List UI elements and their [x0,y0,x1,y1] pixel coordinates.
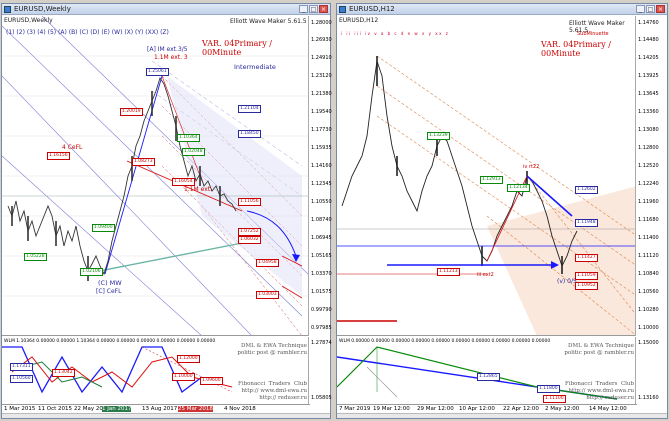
cmw-label: (C) MW [98,279,122,287]
h12-price-chart[interactable]: EURUSD,H12 Elliott Wave Maker 5.61.5 i i… [337,16,637,336]
price-box: 1.02106 [80,268,103,276]
h12-titlebar[interactable]: EURUSD,H12 _ □ × [337,4,667,15]
price-box: 1.07252 [238,228,261,236]
intermediate-label: Intermediate [234,63,276,71]
weekly-chart-window[interactable]: EURUSD,Weekly _ □ × EURUSD,Weekly Elliot… [1,3,332,419]
ewm-label: Elliott Wave Maker 5.61.5 [230,18,307,25]
ind-box: 1.12865 [477,373,500,381]
v-label: (v) 0/5 [557,278,577,285]
ind-box: 1.11800 [537,385,560,393]
maximize-button[interactable]: □ [309,5,318,13]
price-box: 1.05228 [24,253,47,261]
price-box: 1.11948 [575,219,598,227]
tech-text: DML & EWA Technique politic post @ rambl… [564,343,634,356]
price-box: 1.11213 [437,268,460,276]
club-text: Fibonacci Traders Club http:// www.dml-e… [238,381,307,401]
ind-box: 1.10000 [172,373,195,381]
symbol-label: EURUSD,Weekly [4,17,53,24]
variant-label: VAR. 04Primary / 00Minute [202,39,273,57]
weekly-indicator-panel[interactable]: WLM 1.10364 0.00000 0.00000 1.10364 0.00… [2,337,310,405]
weekly-titlebar[interactable]: EURUSD,Weekly _ □ × [2,4,330,15]
price-box: 1.20019 [120,108,143,116]
price-box: 1.06032 [238,236,261,244]
price-box: 1.13239 [427,132,450,140]
h12-indicator-axis[interactable]: 1.15000 1.13160 [635,337,667,405]
close-button[interactable]: × [656,5,665,13]
ind-box: 1.13042 [52,369,75,377]
tech-text: DML & EWA Technique politic post @ rambl… [237,343,307,356]
minimize-button[interactable]: _ [636,5,645,13]
cfl-label: [C] CeFL [96,288,122,295]
indicator-label: WLM 1.10364 0.00000 0.00000 1.10364 0.00… [4,339,216,344]
ind-box: 1.11100 [543,395,566,403]
price-box: 1.12913 [480,176,503,184]
maximize-button[interactable]: □ [646,5,655,13]
price-box: 1.11056 [238,198,261,206]
weekly-scrollbar[interactable] [2,413,330,418]
cfl4-label: 4 CeFL [62,144,83,151]
wave-label-toolbar[interactable]: i ii iii iv v a b c d e w x y xx z [341,31,449,36]
ind-box: 1.09600 [200,377,223,385]
price-box: 1.09400 [92,224,115,232]
ext-label: iii ext2 [477,272,494,278]
price-box: 1.25061 [146,68,169,76]
h12-scrollbar[interactable] [337,413,667,418]
weekly-price-chart[interactable]: EURUSD,Weekly Elliott Wave Maker 5.61.5 … [2,16,310,336]
price-box: 1.11427 [575,254,598,262]
weekly-price-axis[interactable]: 1.28000 1.26930 1.24910 1.23120 1.21380 1.1… [308,16,332,336]
weekly-indicator-axis[interactable]: 1.27874 1.05805 [308,337,332,405]
window-title: EURUSD,Weekly [14,5,71,13]
ime3b-label: 1.1M ext. [184,186,213,193]
price-box: 1.10952 [575,282,598,290]
chart-window-icon [339,6,346,13]
subminuette-label: SubMinuette [577,31,609,37]
minimize-button[interactable]: _ [299,5,308,13]
h12-chart-window[interactable]: EURUSD,H12 _ □ × EURUSD,H12 Elliott Wave… [336,3,668,419]
h12-time-axis[interactable]: 7 Mar 2019 19 Mar 12:00 29 Mar 12:00 10 Ap… [337,404,637,413]
imext-label: [A] IM ext.3/5 [147,46,188,53]
price-box: 1.02048 [182,148,205,156]
price-box: 1.16156 [47,152,70,160]
window-title: EURUSD,H12 [349,5,395,13]
ind-box: 1.10560 [10,375,33,383]
close-button[interactable]: × [319,5,328,13]
price-box: 1.08273 [132,158,155,166]
ime3-label: 1.1M ext. 3 [154,54,188,61]
price-box: 1.03003 [256,291,279,299]
symbol-label: EURUSD,H12 [339,17,379,24]
price-box: 1.21104 [238,105,261,113]
h12-indicator-panel[interactable]: WLM 0.00000 0.00000 0.00000 0.00000 0.00… [337,337,637,405]
iv-label: iv rt22 [523,164,540,170]
price-box: 1.12134 [507,184,530,192]
price-box: 1.16054 [172,178,195,186]
chart-window-icon [4,6,11,13]
club-text: Fibonacci Traders Club http:// www.dml-e… [565,381,634,401]
price-box: 1.18450 [238,130,261,138]
price-box: 1.11059 [575,272,598,280]
price-box: 1.04958 [256,259,279,267]
indicator-label: WLM 0.00000 0.00000 0.00000 0.00000 0.00… [339,339,551,344]
ind-box: 1.12000 [177,355,200,363]
weekly-time-axis[interactable]: 1 Mar 2015 11 Oct 2015 22 May 2016 1 Jan 2… [2,404,310,413]
variant-label: VAR. 04Primary / 00Minute [541,40,612,58]
h12-price-axis[interactable]: 1.14760 1.14480 1.14205 1.13925 1.13645 1.1… [635,16,667,336]
wave-label-toolbar[interactable]: (1) (2) (3) (4) (5) (A) (B) (C) (D) (E) … [6,29,169,36]
ind-box: 1.17311 [10,363,33,371]
price-box: 1.10364 [177,134,200,142]
price-box: 1.12602 [575,186,598,194]
